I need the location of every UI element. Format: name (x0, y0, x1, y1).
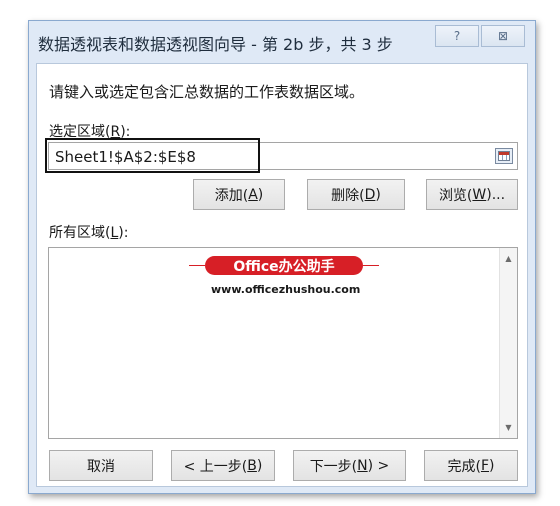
window-title: 数据透视表和数据透视图向导 - 第 2b 步，共 3 步 (38, 35, 393, 54)
watermark-banner: Office办公助手 (189, 256, 379, 275)
instruction-text: 请键入或选定包含汇总数据的工作表数据区域。 (49, 83, 365, 101)
title-bar: 数据透视表和数据透视图向导 - 第 2b 步，共 3 步 ? ⊠ (29, 21, 535, 63)
scroll-up-icon[interactable]: ▲ (500, 250, 517, 267)
range-grid-icon (498, 151, 510, 161)
pivot-wizard-dialog: 数据透视表和数据透视图向导 - 第 2b 步，共 3 步 ? ⊠ 请键入或选定包… (28, 20, 536, 494)
finish-button[interactable]: 完成(F) (424, 450, 518, 481)
all-ranges-label: 所有区域(L): (49, 225, 129, 241)
delete-button[interactable]: 删除(D) (307, 179, 405, 210)
watermark-url: www.officezhushou.com (211, 283, 361, 296)
close-button[interactable]: ⊠ (481, 25, 525, 47)
cancel-button[interactable]: 取消 (49, 450, 153, 481)
browse-button[interactable]: 浏览(W)... (426, 179, 518, 210)
range-collapse-icon[interactable] (495, 148, 513, 164)
help-button[interactable]: ? (435, 25, 479, 47)
all-ranges-scrollbar[interactable]: ▲ ▼ (499, 248, 517, 438)
add-button[interactable]: 添加(A) (193, 179, 285, 210)
next-step-button[interactable]: 下一步(N) > (293, 450, 406, 481)
range-highlight-box (45, 138, 260, 173)
scroll-down-icon[interactable]: ▼ (500, 419, 517, 436)
dialog-body: 请键入或选定包含汇总数据的工作表数据区域。 选定区域(R): Sheet1!$A… (36, 63, 528, 487)
all-ranges-list[interactable]: ▲ ▼ (48, 247, 518, 439)
previous-step-button[interactable]: < 上一步(B) (171, 450, 275, 481)
